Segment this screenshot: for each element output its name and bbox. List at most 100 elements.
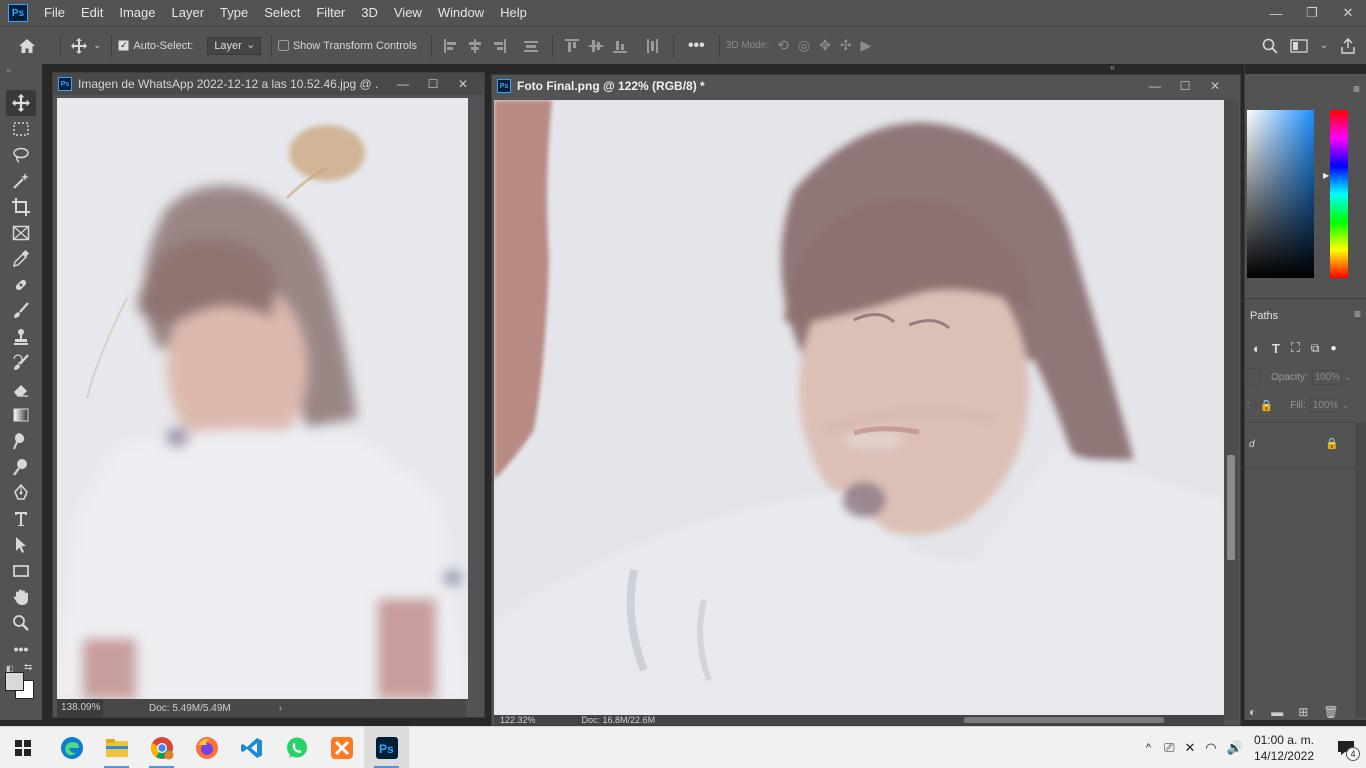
adjustment-filter-icon[interactable]: ◐ [1253, 341, 1261, 356]
layer-lock-icon[interactable]: 🔒 [1325, 437, 1339, 450]
more-options-icon[interactable]: ••• [688, 37, 705, 55]
menu-image[interactable]: Image [111, 0, 163, 26]
horizontal-scroll-thumb[interactable] [964, 717, 1164, 723]
vertical-scrollbar[interactable] [1224, 100, 1238, 720]
frame-tool-icon[interactable] [0, 220, 42, 246]
lasso-tool-icon[interactable] [0, 142, 42, 168]
chevron-down-icon[interactable]: ⌄ [93, 40, 101, 51]
hue-slider-handle-icon[interactable]: ▶ [1323, 171, 1329, 180]
menu-select[interactable]: Select [256, 0, 308, 26]
maximize-icon[interactable]: ☐ [418, 73, 448, 95]
filter-toggle-icon[interactable]: ● [1331, 343, 1337, 354]
crop-tool-icon[interactable] [0, 194, 42, 220]
checkbox-checked-icon[interactable]: ✓ [118, 40, 130, 51]
move-tool-preset-icon[interactable]: ⌄ [71, 37, 101, 54]
swap-colors-icon[interactable]: ⇆ [24, 662, 32, 673]
paths-panel-menu-icon[interactable]: ≡ [1354, 307, 1361, 321]
clone-stamp-tool-icon[interactable] [0, 324, 42, 350]
minimize-icon[interactable]: — [1140, 75, 1170, 97]
menu-filter[interactable]: Filter [308, 0, 353, 26]
checkbox-unchecked-icon[interactable] [277, 40, 289, 51]
align-vertical-center-icon[interactable] [588, 39, 603, 53]
volume-icon[interactable]: 🔊 [1227, 740, 1243, 756]
notification-center-icon[interactable]: 4 [1326, 727, 1366, 768]
type-filter-icon[interactable]: T [1272, 341, 1280, 356]
show-hidden-icons-icon[interactable]: ^ [1146, 742, 1151, 754]
hand-tool-icon[interactable] [0, 584, 42, 610]
edit-toolbar-icon[interactable]: ••• [0, 636, 42, 662]
eraser-tool-icon[interactable] [0, 376, 42, 402]
menu-window[interactable]: Window [430, 0, 492, 26]
adjustment-layer-icon[interactable]: ◐ [1249, 705, 1256, 719]
chevron-down-icon[interactable]: ⌄ [1320, 40, 1328, 51]
language-icon[interactable]: ✕ [1185, 740, 1196, 756]
align-bottom-icon[interactable] [612, 39, 627, 53]
layers-scrollbar[interactable] [1355, 422, 1366, 718]
menu-type[interactable]: Type [212, 0, 256, 26]
windows-start-icon[interactable] [0, 727, 45, 768]
auto-select-checkbox[interactable]: ✓ Auto-Select: [118, 40, 193, 52]
brush-tool-icon[interactable] [0, 298, 42, 324]
layer-row[interactable]: d 🔒 [1245, 422, 1355, 468]
3d-slide-icon[interactable]: ✣ [840, 37, 852, 54]
opacity-field[interactable]: 100% [1311, 369, 1342, 385]
status-menu-chevron-icon[interactable]: › [279, 703, 282, 714]
auto-select-target-dropdown[interactable]: Layer [207, 36, 261, 55]
menu-3d[interactable]: 3D [353, 0, 386, 26]
color-panel-menu-icon[interactable]: ≡ [1353, 82, 1360, 96]
document-titlebar[interactable]: Ps Foto Final.png @ 122% (RGB/8) * — ☐ ✕ [492, 75, 1240, 97]
file-explorer-icon[interactable] [94, 727, 139, 768]
menu-edit[interactable]: Edit [73, 0, 111, 26]
gradient-tool-icon[interactable] [0, 402, 42, 428]
move-tool-icon[interactable] [6, 90, 36, 116]
3d-drag-icon[interactable]: ✥ [819, 37, 831, 54]
align-horizontal-center-icon[interactable] [468, 38, 482, 53]
maximize-icon[interactable]: ☐ [1170, 75, 1200, 97]
canvas-photo-restored[interactable] [494, 100, 1226, 720]
zoom-level[interactable]: 138.09% [57, 699, 103, 717]
marquee-tool-icon[interactable] [0, 116, 42, 142]
minimize-icon[interactable]: — [1258, 0, 1294, 26]
healing-brush-tool-icon[interactable] [0, 272, 42, 298]
dodge-tool-icon[interactable] [0, 454, 42, 480]
home-icon[interactable] [0, 38, 54, 54]
hue-slider[interactable] [1330, 110, 1348, 278]
type-tool-icon[interactable] [0, 506, 42, 532]
chevron-down-icon[interactable]: ⌄ [1342, 400, 1350, 411]
show-transform-controls-checkbox[interactable]: Show Transform Controls [277, 40, 417, 52]
menu-help[interactable]: Help [492, 0, 535, 26]
vertical-scroll-thumb[interactable] [1227, 455, 1235, 560]
distribute-vertical-icon[interactable] [645, 38, 659, 53]
canvas-photo-original[interactable] [57, 98, 468, 699]
align-top-icon[interactable] [564, 38, 579, 53]
search-icon[interactable] [1262, 38, 1278, 54]
document-window-whatsapp[interactable]: Ps Imagen de WhatsApp 2022-12-12 a las 1… [52, 72, 485, 718]
new-group-icon[interactable]: ▬ [1271, 705, 1283, 719]
doc-size-info[interactable]: Doc: 16.8M/22.6M [582, 715, 656, 725]
vscode-icon[interactable] [229, 727, 274, 768]
3d-roll-icon[interactable]: ◎ [798, 37, 810, 54]
close-icon[interactable]: ✕ [448, 73, 478, 95]
shape-filter-icon[interactable]: ⛶ [1291, 340, 1300, 356]
new-layer-icon[interactable]: ⊞ [1298, 705, 1308, 719]
tray-device-icon[interactable]: ⎚ [1164, 740, 1174, 756]
photoshop-icon[interactable]: Ps [364, 726, 409, 768]
workspace-icon[interactable] [1289, 38, 1308, 53]
fill-field[interactable]: 100% [1309, 397, 1340, 413]
document-window-foto-final[interactable]: Ps Foto Final.png @ 122% (RGB/8) * — ☐ ✕ [491, 74, 1241, 726]
eyedropper-tool-icon[interactable] [0, 246, 42, 272]
restore-icon[interactable]: ❐ [1294, 0, 1330, 26]
rectangle-tool-icon[interactable] [0, 558, 42, 584]
collapse-panels-icon[interactable]: « [1110, 62, 1115, 72]
chevron-down-icon[interactable]: ⌄ [1344, 372, 1352, 383]
doc-size-info[interactable]: Doc: 5.49M/5.49M [149, 703, 231, 714]
close-icon[interactable]: ✕ [1200, 75, 1230, 97]
menu-layer[interactable]: Layer [164, 0, 213, 26]
blur-tool-icon[interactable] [0, 428, 42, 454]
wifi-icon[interactable]: ◠ [1205, 740, 1216, 756]
3d-orbit-icon[interactable]: ⟲ [777, 37, 789, 54]
whatsapp-icon[interactable] [274, 727, 319, 768]
layer-name[interactable]: d [1249, 439, 1255, 450]
lock-options-icon[interactable]: : [1247, 400, 1250, 410]
align-left-icon[interactable] [443, 38, 458, 53]
